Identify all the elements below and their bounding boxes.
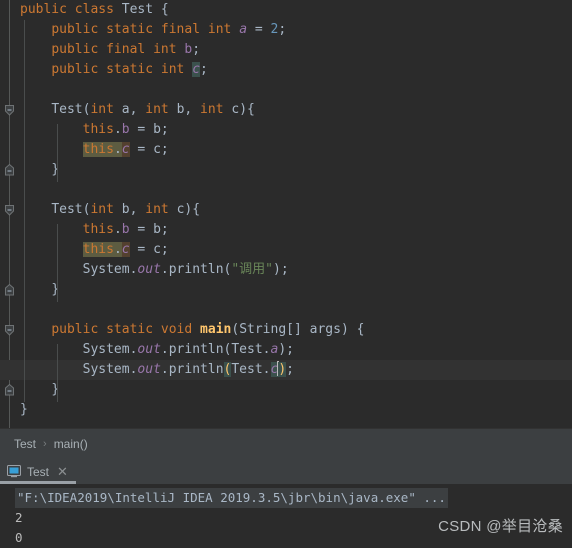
code-line-4[interactable]: public static int c; (0, 60, 572, 80)
code-line-18[interactable]: System.out.println(Test.a); (0, 340, 572, 360)
code-line-21[interactable]: } (0, 400, 572, 420)
watermark: CSDN @举目沧桑 (438, 518, 563, 535)
close-icon[interactable]: ✕ (57, 465, 68, 478)
console-output[interactable]: "F:\IDEA2019\IntelliJ IDEA 2019.3.5\jbr\… (0, 484, 572, 548)
indent-guide-3 (57, 344, 58, 402)
code-line-19-caret[interactable]: System.out.println(Test.c); (0, 360, 572, 380)
idea-window: public class Test { public static final … (0, 0, 572, 548)
run-tab-label: Test (27, 464, 50, 479)
code-line-1[interactable]: public class Test { (0, 0, 572, 20)
run-tool-window: Test ✕ "F:\IDEA2019\IntelliJ IDEA 2019.3… (0, 459, 572, 548)
breadcrumb-item-class[interactable]: Test (14, 437, 36, 451)
code-line-20[interactable]: } (0, 380, 572, 400)
code-line-11[interactable]: Test(int b, int c){ (0, 200, 572, 220)
code-line-8[interactable]: this.c = c; (0, 140, 572, 160)
console-command-line: "F:\IDEA2019\IntelliJ IDEA 2019.3.5\jbr\… (0, 488, 572, 508)
code-lines[interactable]: public class Test { public static final … (0, 0, 572, 428)
run-tab-test[interactable]: Test ✕ (0, 459, 76, 484)
run-tab-bar: Test ✕ (0, 459, 572, 484)
code-line-9[interactable]: } (0, 160, 572, 180)
code-line-12[interactable]: this.b = b; (0, 220, 572, 240)
code-line-14[interactable]: System.out.println("调用"); (0, 260, 572, 280)
breadcrumb-separator-icon: › (43, 438, 47, 450)
indent-guide-class (24, 20, 25, 402)
code-line-15[interactable]: } (0, 280, 572, 300)
breadcrumb[interactable]: Test › main() (0, 428, 572, 459)
breadcrumb-item-method[interactable]: main() (54, 437, 88, 451)
monitor-icon (7, 465, 21, 478)
code-line-2[interactable]: public static final int a = 2; (0, 20, 572, 40)
indent-guide-2 (57, 224, 58, 302)
code-line-17[interactable]: public static void main(String[] args) { (0, 320, 572, 340)
code-line-3[interactable]: public final int b; (0, 40, 572, 60)
code-line-13[interactable]: this.c = c; (0, 240, 572, 260)
code-line-6[interactable]: Test(int a, int b, int c){ (0, 100, 572, 120)
code-editor[interactable]: public class Test { public static final … (0, 0, 572, 428)
code-line-7[interactable]: this.b = b; (0, 120, 572, 140)
indent-guide-1 (57, 124, 58, 182)
console-command-text: "F:\IDEA2019\IntelliJ IDEA 2019.3.5\jbr\… (15, 488, 448, 508)
